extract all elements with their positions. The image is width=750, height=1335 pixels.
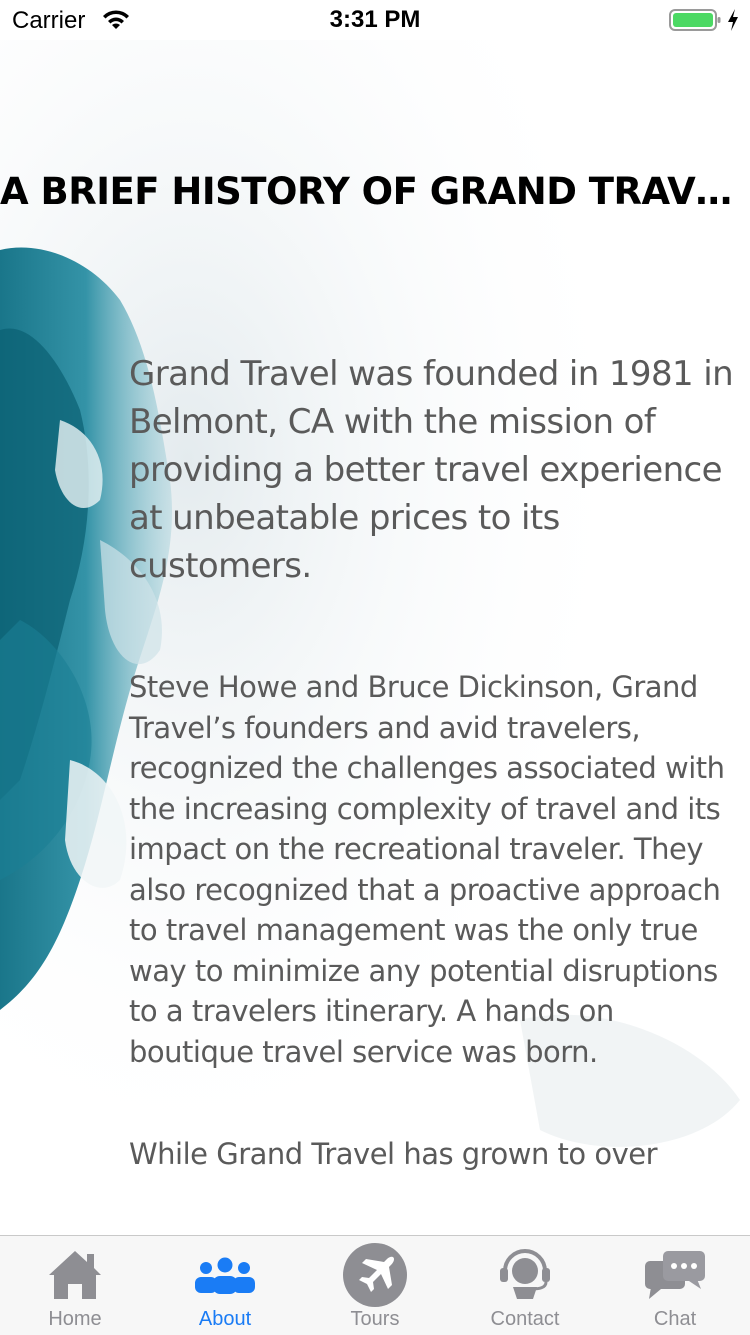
tab-chat[interactable]: Chat — [600, 1236, 750, 1335]
battery-icon — [669, 9, 721, 31]
charging-bolt-icon — [728, 9, 738, 31]
clock: 3:31 PM — [329, 6, 421, 33]
headset-icon — [500, 1249, 550, 1299]
chat-bubbles-icon — [645, 1251, 705, 1299]
history-paragraph: While Grand Travel has grown to over — [129, 1137, 658, 1171]
airplane-icon — [343, 1243, 407, 1307]
tab-label: Chat — [653, 1308, 697, 1330]
tab-label: Tours — [350, 1308, 400, 1330]
tab-about[interactable]: About — [150, 1236, 300, 1335]
page-title: A BRIEF HISTORY OF GRAND TRAVEL — [0, 170, 740, 213]
tab-home[interactable]: Home — [0, 1236, 150, 1335]
tab-label: Contact — [490, 1308, 560, 1330]
people-icon — [195, 1257, 255, 1294]
tab-label: Home — [48, 1308, 102, 1330]
tab-contact[interactable]: Contact — [450, 1236, 600, 1335]
history-paragraph: Steve Howe and Bruce Dickinson, Grand Tr… — [129, 670, 725, 1069]
tab-label: About — [198, 1308, 252, 1330]
home-icon — [49, 1251, 101, 1299]
tab-tours[interactable]: Tours — [300, 1236, 450, 1335]
status-bar: Carrier 3:31 PM — [0, 0, 750, 40]
lead-paragraph: Grand Travel was founded in 1981 in Belm… — [129, 354, 734, 586]
tab-bar: Home About Tours Contact Chat — [0, 1235, 750, 1335]
about-content: Grand Travel was founded in 1981 in Belm… — [129, 350, 737, 1237]
